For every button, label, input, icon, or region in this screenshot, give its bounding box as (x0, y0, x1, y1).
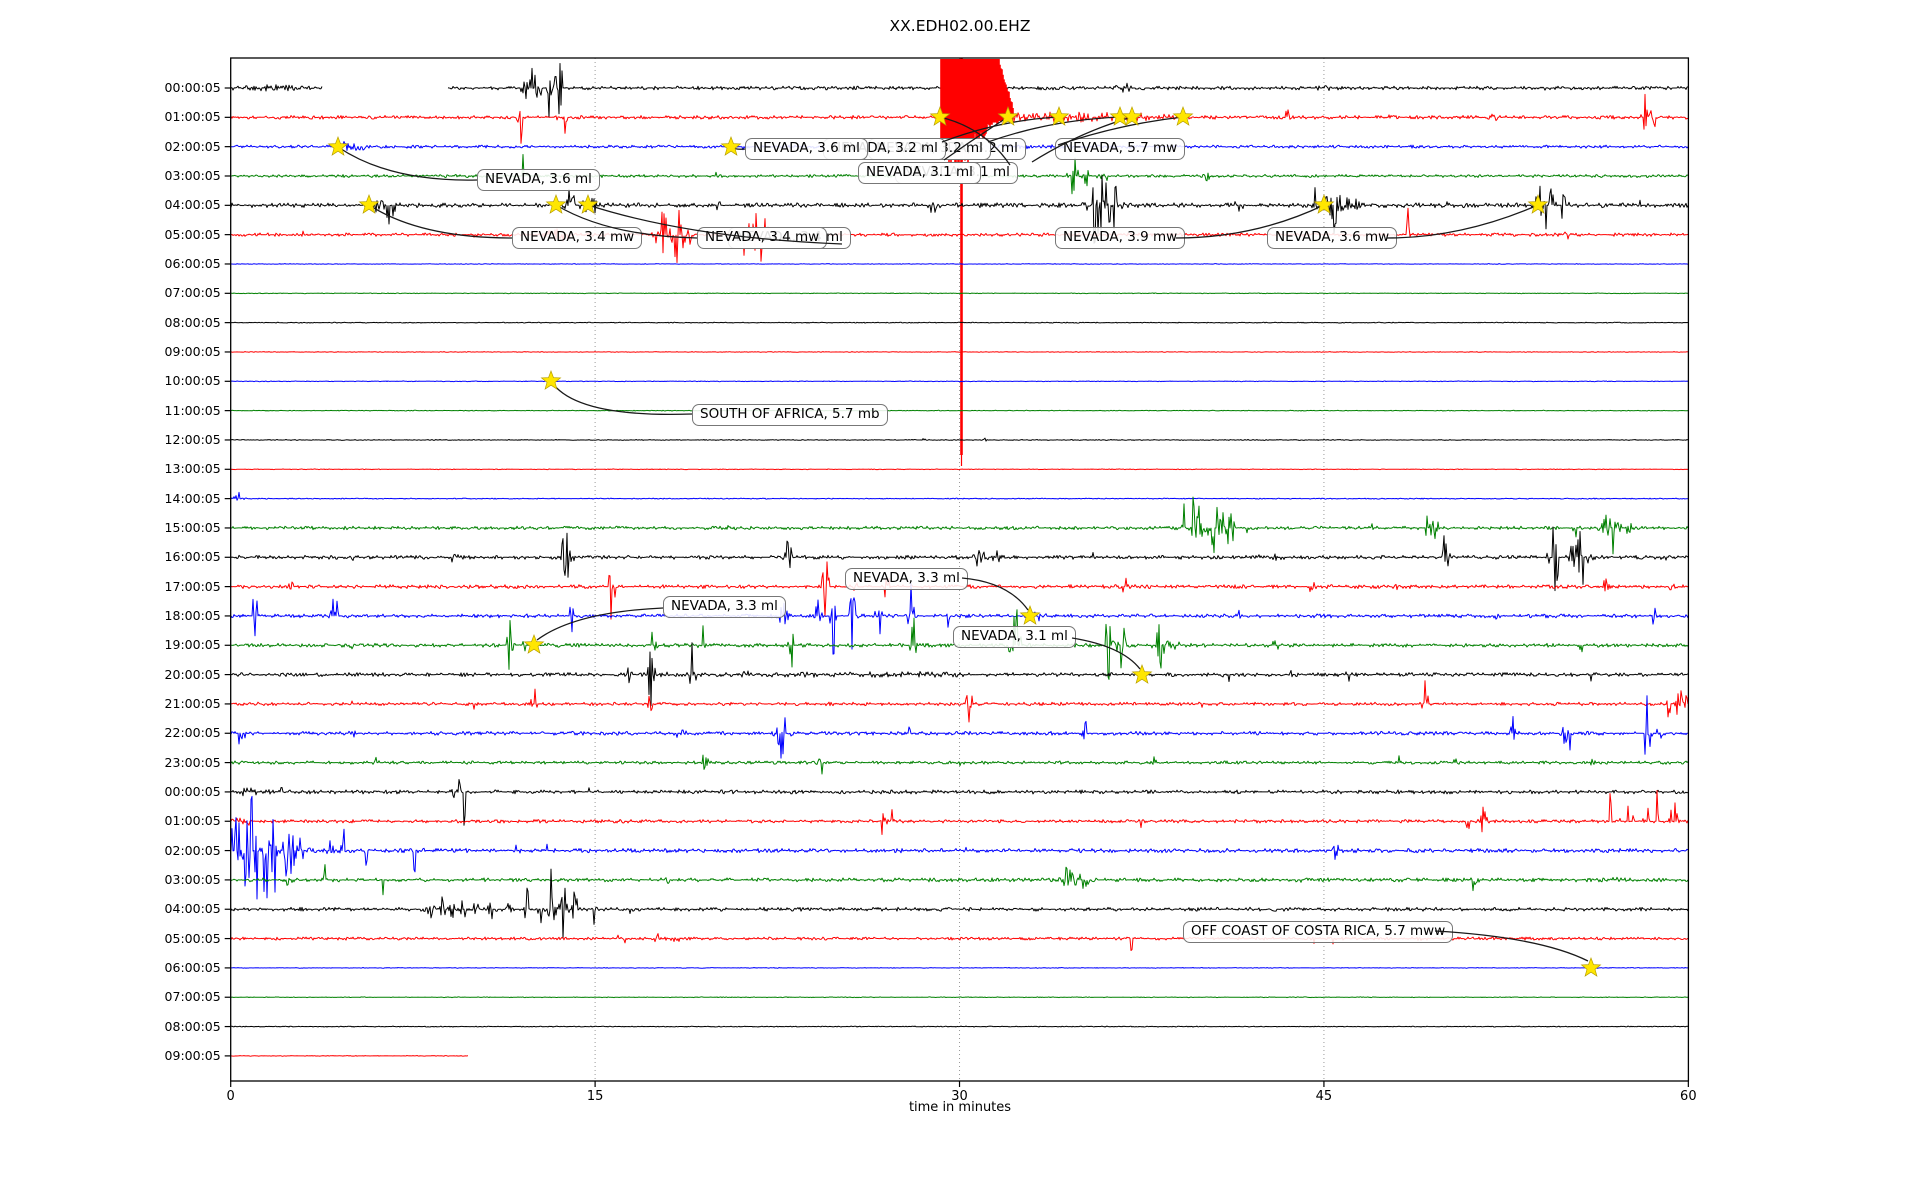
seismogram-trace (231, 1056, 468, 1057)
seismogram-trace (231, 791, 1688, 835)
y-tick-label: 20:00:05 (131, 667, 221, 682)
y-tick-label: 01:00:05 (131, 813, 221, 828)
y-tick-label: 07:00:05 (131, 285, 221, 300)
y-tick-label: 05:00:05 (131, 227, 221, 242)
y-tick-label: 03:00:05 (131, 168, 221, 183)
y-tick-label: 02:00:05 (131, 139, 221, 154)
seismogram-trace (231, 381, 1688, 382)
y-tick-label: 09:00:05 (131, 344, 221, 359)
y-tick-label: 06:00:05 (131, 256, 221, 271)
y-tick-label: 10:00:05 (131, 373, 221, 388)
seismogram-trace (231, 796, 1688, 899)
seismogram-trace (231, 469, 1688, 470)
y-tick-label: 23:00:05 (131, 755, 221, 770)
y-tick-label: 19:00:05 (131, 637, 221, 652)
seismogram-trace (231, 610, 1688, 680)
trace-canvas (0, 0, 1920, 1200)
clipped-event-blob (941, 59, 1013, 172)
y-tick-label: 04:00:05 (131, 901, 221, 916)
y-tick-label: 00:00:05 (131, 80, 221, 95)
y-tick-label: 16:00:05 (131, 549, 221, 564)
y-tick-label: 18:00:05 (131, 608, 221, 623)
seismogram-trace (231, 755, 1688, 774)
seismogram-trace (231, 643, 1688, 706)
y-tick-label: 15:00:05 (131, 520, 221, 535)
y-tick-label: 09:00:05 (131, 1048, 221, 1063)
seismogram-trace (231, 176, 1688, 244)
y-tick-label: 11:00:05 (131, 403, 221, 418)
y-tick-label: 02:00:05 (131, 843, 221, 858)
y-tick-label: 05:00:05 (131, 931, 221, 946)
y-tick-label: 14:00:05 (131, 491, 221, 506)
seismogram-trace (231, 968, 1688, 969)
seismogram-trace (231, 264, 1688, 265)
seismogram-trace (231, 293, 1688, 294)
helicorder-figure: XX.EDH02.00.EHZ NEVADA, 3.2 mlNEVADA, 3.… (0, 0, 1920, 1200)
seismogram-trace (231, 997, 1688, 998)
y-tick-label: 00:00:05 (131, 784, 221, 799)
y-tick-label: 13:00:05 (131, 461, 221, 476)
y-tick-label: 07:00:05 (131, 989, 221, 1004)
y-tick-label: 01:00:05 (131, 109, 221, 124)
seismogram-trace (231, 1026, 1688, 1027)
y-tick-label: 12:00:05 (131, 432, 221, 447)
seismogram-trace (231, 497, 1688, 554)
y-tick-label: 21:00:05 (131, 696, 221, 711)
y-tick-label: 04:00:05 (131, 197, 221, 212)
seismogram-trace (231, 410, 1688, 411)
seismogram-trace (231, 352, 1688, 353)
plot-title: XX.EDH02.00.EHZ (0, 17, 1920, 35)
y-tick-label: 22:00:05 (131, 725, 221, 740)
y-tick-label: 06:00:05 (131, 960, 221, 975)
y-tick-label: 03:00:05 (131, 872, 221, 887)
seismogram-trace (231, 527, 1688, 591)
x-axis-title: time in minutes (0, 1100, 1920, 1115)
y-tick-label: 17:00:05 (131, 579, 221, 594)
seismogram-trace (231, 492, 1688, 500)
y-tick-label: 08:00:05 (131, 1019, 221, 1034)
y-tick-label: 08:00:05 (131, 315, 221, 330)
